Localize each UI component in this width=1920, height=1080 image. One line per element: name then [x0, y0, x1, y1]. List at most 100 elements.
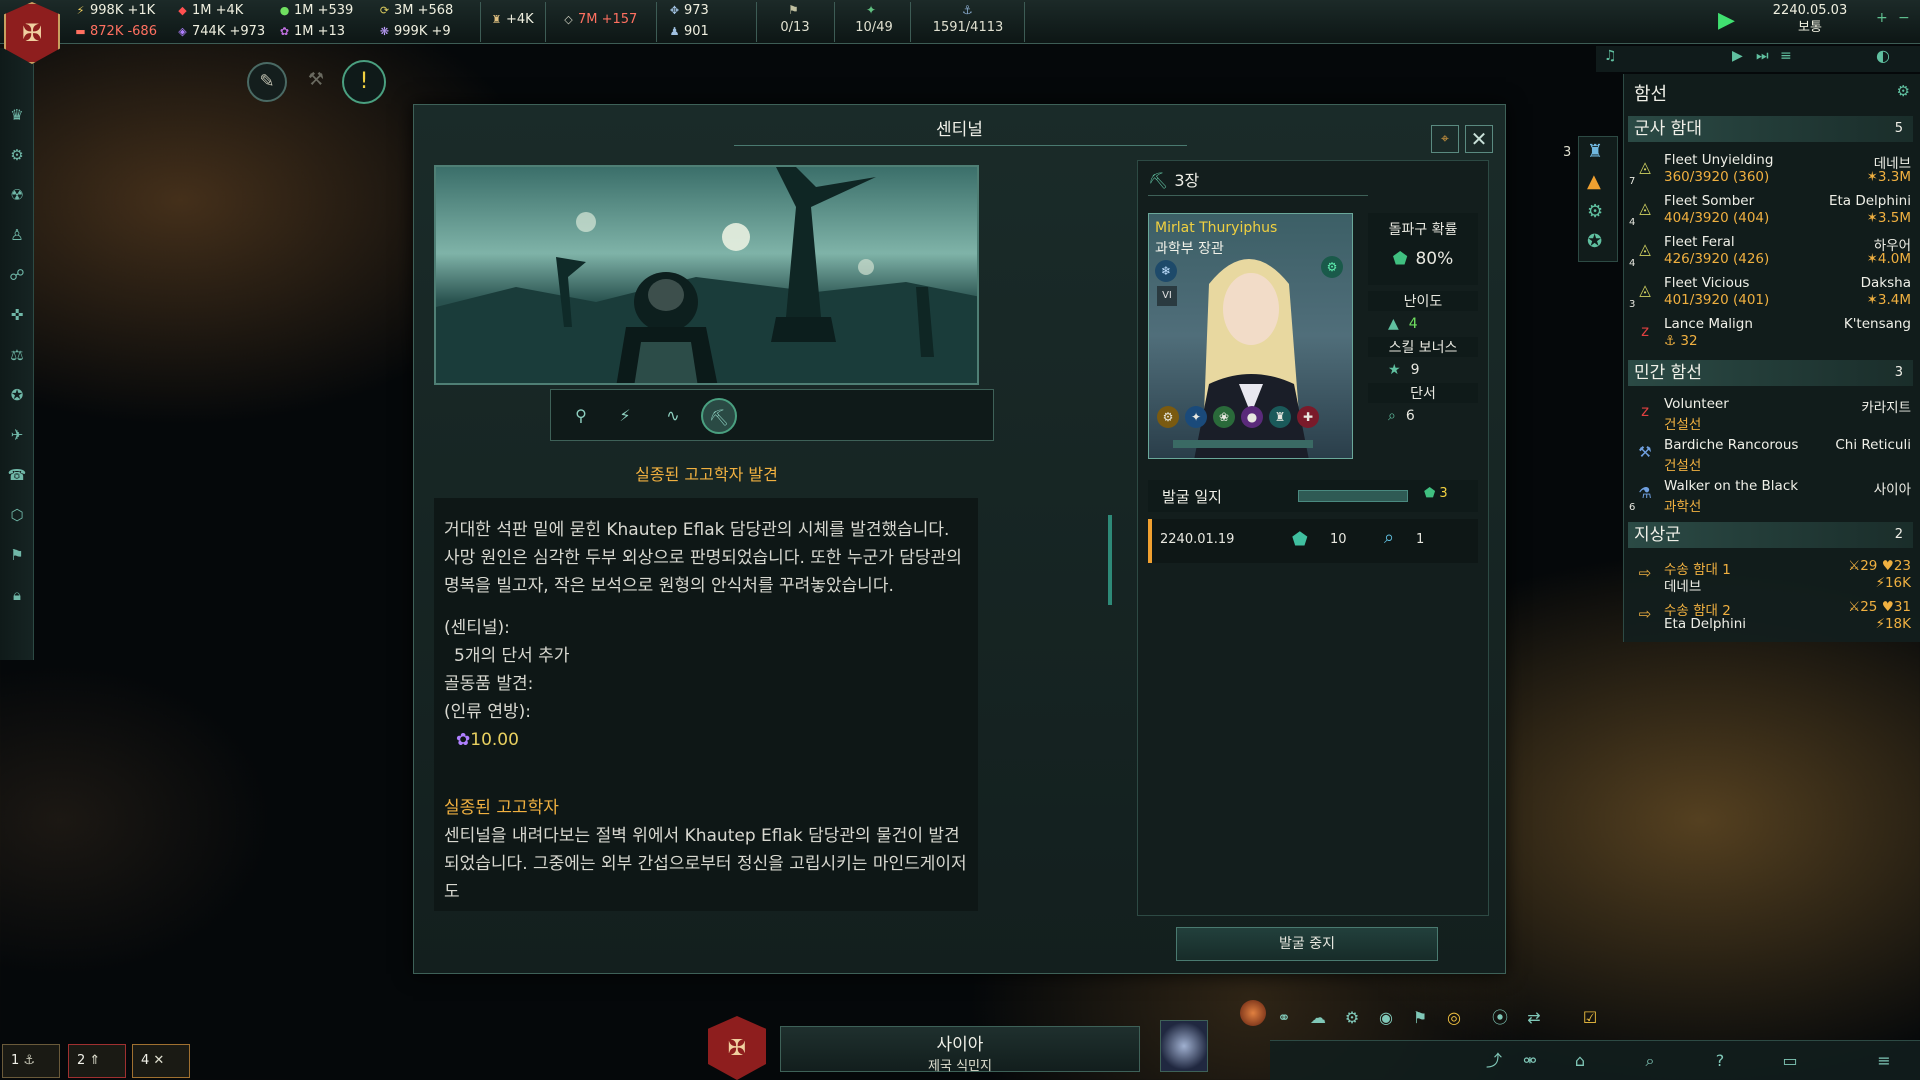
chat-icon[interactable]: ▭ [1776, 1047, 1804, 1075]
observe-icon[interactable]: ⦿ [1486, 1004, 1514, 1032]
civilian-row[interactable]: ⚒ Bardiche Rancorous 건설선 Chi Reticuli [1624, 437, 1920, 477]
fleet-manager-icon[interactable]: ⇄ [1520, 1004, 1548, 1032]
resource-food[interactable]: ● 1M +539 [278, 3, 354, 18]
starbase-filter-icon[interactable]: ✪ [1587, 231, 1602, 252]
motes-icon: ◈ [178, 25, 187, 38]
situation-log-icon[interactable]: ✎ [247, 62, 287, 102]
speed-up-icon[interactable]: + [1876, 10, 1888, 26]
amenities-counter[interactable]: ✥ 973 [668, 3, 709, 18]
link-icon[interactable]: ⚮ [1516, 1047, 1544, 1075]
trait-1-icon[interactable]: ⚙ [1157, 406, 1179, 428]
expansion-icon[interactable]: ⬡ [6, 504, 28, 526]
diplomacy-map-icon[interactable]: ⚑ [1406, 1004, 1434, 1032]
leader-portrait[interactable]: Mirlat Thuryiphus 과학부 장관 ❄ VI ⚙ ⚙ ✦ ❀ ● … [1148, 213, 1353, 459]
fleet-row[interactable]: ◬ Fleet Vicious 401/3920 (401) Daksha ✶3.4M 3 [1624, 275, 1920, 315]
trait-2-icon[interactable]: ✦ [1185, 406, 1207, 428]
species-icon[interactable]: ☢ [6, 184, 28, 206]
target-icon[interactable]: ◎ [1440, 1004, 1468, 1032]
planets-overview-icon[interactable]: ⌂ [1566, 1047, 1594, 1075]
fleet-filter-icon[interactable]: ▲ [1587, 171, 1601, 192]
archaeology-icon[interactable]: ⚒ [296, 62, 336, 102]
contacts-icon[interactable]: ☎ [6, 464, 28, 486]
resource-consumer-goods[interactable]: ⟳ 3M +568 [378, 3, 453, 18]
log-entry[interactable]: 2240.01.19 ⬟ 10 ⌕ 1 [1148, 519, 1478, 563]
fleet-row[interactable]: ◬ Fleet Feral 426/3920 (426) 하우어 ✶4.0M 4 [1624, 234, 1920, 274]
sector-icon[interactable]: ⚙ [1338, 1004, 1366, 1032]
fleet-row[interactable]: ◬ Fleet Somber 404/3920 (404) Eta Delphini ✶… [1624, 193, 1920, 233]
empire-flag-icon[interactable]: ✠ [708, 1016, 766, 1080]
resource-unity[interactable]: ◇ 7M +157 [562, 12, 637, 27]
naval-capacity-counter[interactable]: 1591/4113 [920, 20, 1016, 35]
fleet-row[interactable]: z Lance Malign ⚓ 32 K'tensang [1624, 316, 1920, 356]
stage-4-icon[interactable]: ⛏ [701, 398, 737, 434]
checklist-icon[interactable]: ☑ [1576, 1004, 1604, 1032]
resource-gases[interactable]: ✿ 1M +13 [278, 24, 345, 39]
trait-3-icon[interactable]: ❀ [1213, 406, 1235, 428]
civilian-row[interactable]: z Volunteer 건설선 카라지트 [1624, 396, 1920, 436]
market-icon[interactable]: ⚑ [6, 544, 28, 566]
menu-icon[interactable]: ≡ [1870, 1047, 1898, 1075]
date-display[interactable]: 2240.05.03 보통 [1755, 2, 1865, 40]
army-row[interactable]: ⇨ 수송 함대 2 Eta Delphini ⚔25 ♥31 ⚡18K [1624, 599, 1920, 639]
stage-1-icon[interactable]: ⚲ [563, 398, 599, 434]
pops-counter[interactable]: ♟ 901 [668, 24, 709, 39]
outliner-settings-icon[interactable]: ⚙ [1897, 82, 1910, 100]
edicts-icon[interactable]: ✪ [6, 384, 28, 406]
lock-icon[interactable]: 🔒︎ [6, 584, 28, 606]
traditions-icon[interactable]: ✜ [6, 304, 28, 326]
next-track-icon[interactable]: ⏭ [1756, 48, 1769, 64]
section-civilian[interactable]: 민간 함선 3 [1628, 360, 1913, 386]
planet-thumbnail[interactable] [1160, 1020, 1208, 1072]
trait-icon[interactable]: ⚙ [1321, 256, 1343, 278]
section-armies[interactable]: 지상군 2 [1628, 522, 1913, 548]
route-icon[interactable]: ⤴ [1480, 1047, 1508, 1075]
resource-influence[interactable]: ♜ +4K [490, 12, 534, 27]
idle-count-box[interactable]: 4 ✕ [132, 1044, 190, 1078]
camera-focus-button[interactable]: ⌖ [1431, 125, 1459, 153]
settings-filter-icon[interactable]: ⚙ [1587, 201, 1603, 222]
idle-count-box[interactable]: 2 ⇑ [68, 1044, 126, 1078]
resource-energy[interactable]: ⚡ 998K +1K [74, 3, 156, 18]
planets-filter-icon[interactable]: ♜ [1587, 141, 1603, 162]
playlist-icon[interactable]: ≡ [1780, 48, 1792, 64]
selected-planet-plate[interactable]: 사이아 제국 식민지 [780, 1026, 1140, 1074]
envoy-counter[interactable]: 0/13 [770, 20, 820, 35]
alert-icon[interactable]: ! [342, 60, 386, 104]
stage-3-icon[interactable]: ∿ [655, 398, 691, 434]
search-icon[interactable]: ⌕ [1636, 1047, 1664, 1075]
section-military[interactable]: 군사 함대 5 [1628, 116, 1913, 142]
close-button[interactable]: ✕ [1465, 125, 1493, 153]
resource-alloys[interactable]: ▬ 872K -686 [74, 24, 157, 39]
speed-down-icon[interactable]: − [1898, 10, 1910, 26]
music-icon[interactable]: ♫ [1604, 48, 1617, 64]
ship-designer-icon[interactable]: ✈ [6, 424, 28, 446]
planets-icon[interactable]: ⚙ [6, 144, 28, 166]
trait-6-icon[interactable]: ✚ [1297, 406, 1319, 428]
resource-minerals[interactable]: ◆ 1M +4K [176, 3, 243, 18]
resource-motes[interactable]: ◈ 744K +973 [176, 24, 265, 39]
trait-5-icon[interactable]: ♜ [1269, 406, 1291, 428]
stage-2-icon[interactable]: ⚡ [607, 398, 643, 434]
borders-icon[interactable]: ☁ [1304, 1004, 1332, 1032]
fleet-row[interactable]: ◬ Fleet Unyielding 360/3920 (360) 데네브 ✶3.3M 7 [1624, 152, 1920, 192]
government-icon[interactable]: ♛ [6, 104, 28, 126]
resource-crystals[interactable]: ❋ 999K +9 [378, 24, 451, 39]
civilian-row[interactable]: ⚗ Walker on the Black 과학선 사이아 6 [1624, 478, 1920, 518]
technology-icon[interactable]: ☍ [6, 264, 28, 286]
hyperlane-icon[interactable]: ⚭ [1270, 1004, 1298, 1032]
starbase-counter[interactable]: 10/49 [846, 20, 902, 35]
play-music-icon[interactable]: ▶ [1732, 48, 1743, 64]
leaders-icon[interactable]: ♙ [6, 224, 28, 246]
play-button[interactable]: ▶ [1718, 8, 1744, 34]
planet-orb-icon[interactable] [1240, 1000, 1266, 1026]
text-scrollbar[interactable] [1108, 515, 1112, 605]
intel-icon[interactable]: ◉ [1372, 1004, 1400, 1032]
policies-icon[interactable]: ⚖ [6, 344, 28, 366]
help-icon[interactable]: ? [1706, 1047, 1734, 1075]
stop-excavation-button[interactable]: 발굴 중지 [1176, 927, 1438, 961]
chapter-title: 실종된 고고학자 발견 [635, 465, 778, 484]
army-row[interactable]: ⇨ 수송 함대 1 데네브 ⚔29 ♥23 ⚡16K [1624, 558, 1920, 598]
trait-4-icon[interactable]: ● [1241, 406, 1263, 428]
idle-count-box[interactable]: 1 ⚓ [2, 1044, 60, 1078]
galaxy-map-icon[interactable]: ◐ [1876, 46, 1890, 65]
